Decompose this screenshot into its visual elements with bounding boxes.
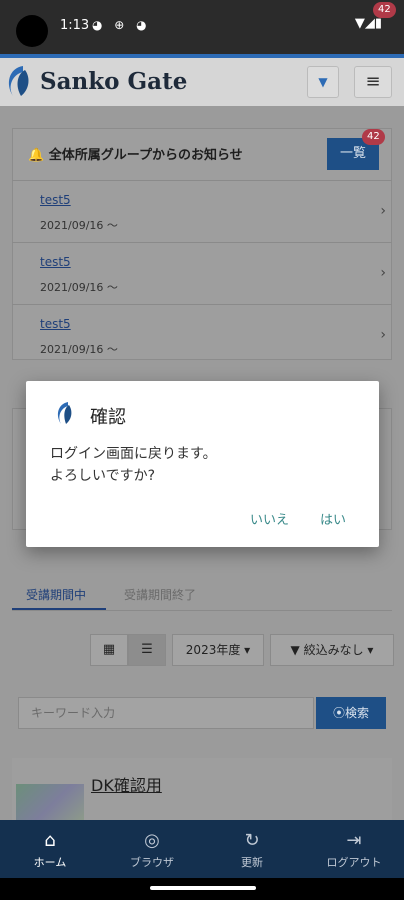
notice-item[interactable]: test5 2021/09/16 ～ › [12, 242, 392, 304]
home-icon: ⌂ [44, 830, 56, 851]
list-view-button[interactable]: ☰ [128, 634, 166, 666]
nav-browser[interactable]: ◎ ブラウザ [124, 830, 180, 870]
notice-item-date: 2021/09/16 ～ [40, 343, 118, 356]
nav-home-label: ホーム [33, 856, 67, 869]
year-select[interactable]: 2023年度 ▾ [172, 634, 264, 666]
nav-browser-label: ブラウザ [130, 856, 174, 869]
notice-title: 🔔 全体所属グループからのお知らせ [28, 148, 243, 163]
status-time: 1:13 [60, 18, 90, 33]
nav-refresh-label: 更新 [241, 856, 263, 869]
signal-battery-icons: ▼◢▮ [354, 16, 382, 31]
notice-item-title[interactable]: test5 [40, 317, 71, 331]
list-icon: ☰ [141, 642, 153, 657]
dialog-title: 確認 [90, 407, 126, 428]
search-input[interactable]: キーワード入力 [18, 697, 314, 729]
notice-item-title[interactable]: test5 [40, 193, 71, 207]
dialog-message-line2: よろしいですか? [50, 468, 156, 484]
camera-cutout [16, 15, 48, 47]
app-logo-icon [57, 402, 72, 424]
grid-view-button[interactable]: ▦ [90, 634, 128, 666]
course-thumbnail [16, 784, 84, 820]
filter-select[interactable]: ▼ 絞込みなし ▾ [270, 634, 394, 666]
nav-logout-label: ログアウト [326, 856, 382, 869]
chevron-right-icon: › [380, 203, 386, 219]
dialog-yes-button[interactable]: はい [320, 509, 346, 528]
menu-badge: 42 [373, 2, 396, 18]
dialog-no-button[interactable]: いいえ [250, 509, 289, 528]
nav-home[interactable]: ⌂ ホーム [28, 830, 72, 870]
tab-divider [12, 610, 392, 611]
dialog-message-line1: ログイン画面に戻ります。 [50, 446, 217, 462]
sanko-logo-icon [8, 66, 29, 96]
confirm-dialog: 確認 ログイン画面に戻ります。 よろしいですか? いいえ はい [26, 381, 379, 547]
dropdown-button[interactable]: ▼ [307, 66, 339, 98]
status-bar: 1:13 ◕ ⊕ ◕ ▼◢▮ [0, 0, 404, 54]
tab-active-period[interactable]: 受講期間中 [26, 586, 86, 603]
course-title[interactable]: DK確認用 [91, 772, 162, 796]
notification-icons: ◕ ⊕ ◕ [92, 18, 151, 32]
search-button[interactable]: ⦿検索 [316, 697, 386, 729]
refresh-icon: ↻ [244, 830, 260, 851]
brand-name: Sanko Gate [40, 68, 188, 95]
notice-badge: 42 [362, 129, 385, 145]
bottom-nav: ⌂ ホーム ◎ ブラウザ ↻ 更新 ⇥ ログアウト [0, 820, 404, 878]
notice-item-date: 2021/09/16 ～ [40, 219, 118, 232]
notice-item-title[interactable]: test5 [40, 255, 71, 269]
app-header: Sanko Gate ▼ ≡ 42 [0, 2, 404, 106]
home-gesture-pill[interactable] [150, 886, 256, 890]
tab-ended-period[interactable]: 受講期間終了 [124, 586, 196, 603]
nav-refresh[interactable]: ↻ 更新 [232, 830, 272, 870]
logout-icon: ⇥ [346, 830, 362, 851]
chevron-right-icon: › [380, 327, 386, 343]
notice-item[interactable]: test5 2021/09/16 ～ › [12, 304, 392, 366]
notice-item[interactable]: test5 2021/09/16 ～ › [12, 180, 392, 242]
nav-logout[interactable]: ⇥ ログアウト [320, 830, 388, 870]
notice-item-date: 2021/09/16 ～ [40, 281, 118, 294]
menu-button[interactable]: ≡ [354, 66, 392, 98]
grid-icon: ▦ [102, 642, 116, 657]
globe-icon: ◎ [144, 830, 160, 851]
chevron-right-icon: › [380, 265, 386, 281]
